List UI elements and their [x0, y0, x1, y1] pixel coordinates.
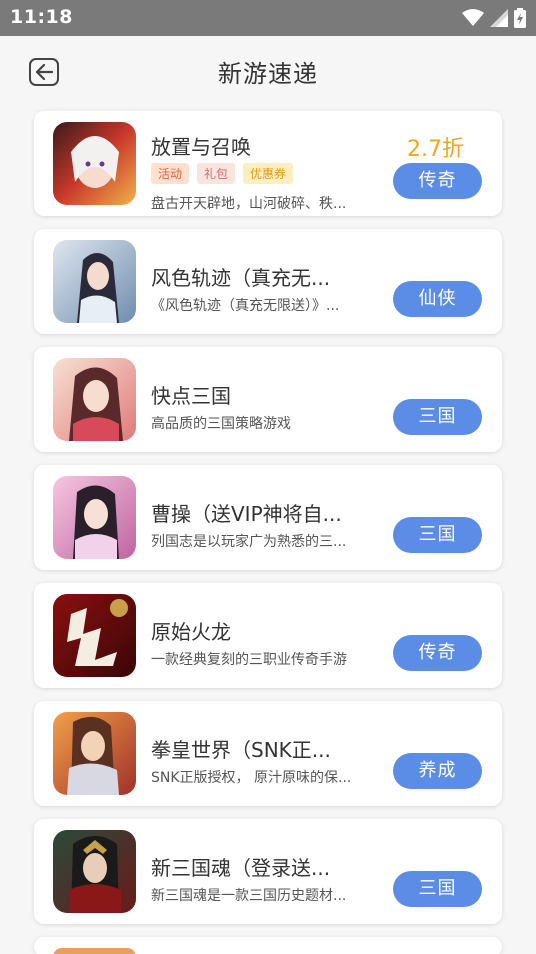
- header: 新游速递: [0, 36, 536, 106]
- game-card[interactable]: 曹操（送VIP神将自... 列国志是以玩家广为熟悉的三... 三国: [34, 465, 502, 570]
- category-button[interactable]: 三国: [393, 399, 482, 435]
- game-description: 盘古开天辟地，山河破碎、秩...: [151, 196, 347, 212]
- game-card[interactable]: 新三国魂（登录送... 新三国魂是一款三国历史题材... 三国: [34, 819, 502, 924]
- game-icon: [53, 712, 136, 795]
- game-card[interactable]: 风色轨迹（真充无... 《风色轨迹（真充无限送）》... 仙侠: [34, 229, 502, 334]
- category-button[interactable]: 三国: [393, 517, 482, 553]
- game-description: 新三国魂是一款三国历史题材...: [151, 888, 347, 904]
- game-description: 列国志是以玩家广为熟悉的三...: [151, 534, 347, 550]
- game-icon: [53, 594, 136, 677]
- game-name: 风色轨迹（真充无...: [151, 266, 331, 290]
- game-description: SNK正版授权， 原汁原味的保...: [151, 770, 352, 786]
- category-button[interactable]: 仙侠: [393, 281, 482, 317]
- category-button[interactable]: 传奇: [393, 163, 482, 199]
- battery-icon: [514, 8, 526, 28]
- game-name: 拳皇世界（SNK正...: [151, 738, 331, 762]
- game-card[interactable]: 拳皇世界（SNK正... SNK正版授权， 原汁原味的保... 养成: [34, 701, 502, 806]
- game-name: 放置与召唤: [151, 135, 251, 159]
- game-icon: [53, 830, 136, 913]
- category-button[interactable]: 传奇: [393, 635, 482, 671]
- status-icons: [462, 8, 526, 28]
- wifi-icon: [462, 9, 484, 26]
- game-card[interactable]: 原始火龙 一款经典复刻的三职业传奇手游 传奇: [34, 583, 502, 688]
- discount-label: 2.7折: [407, 137, 464, 162]
- game-description: 《风色轨迹（真充无限送）》...: [151, 298, 340, 314]
- game-name: 曹操（送VIP神将自...: [151, 502, 342, 526]
- game-icon: [53, 948, 136, 954]
- signal-icon: [490, 9, 508, 27]
- tag: 礼包: [197, 163, 236, 184]
- game-icon: [53, 476, 136, 559]
- game-name: 新三国魂（登录送...: [151, 856, 331, 880]
- game-list: 放置与召唤 2.7折 活动 礼包 优惠券 盘古开天辟地，山河破碎、秩... 传奇…: [34, 111, 502, 954]
- game-card[interactable]: 快点三国 高品质的三国策略游戏 三国: [34, 347, 502, 452]
- tag: 优惠券: [243, 163, 294, 184]
- game-card[interactable]: [34, 937, 502, 954]
- status-bar: 11:18: [0, 0, 536, 36]
- game-icon: [53, 358, 136, 441]
- game-name: 快点三国: [151, 384, 231, 408]
- game-description: 高品质的三国策略游戏: [151, 416, 291, 432]
- page-title: 新游速递: [218, 60, 318, 88]
- status-time: 11:18: [10, 6, 73, 28]
- category-button[interactable]: 养成: [393, 753, 482, 789]
- game-name: 原始火龙: [151, 620, 231, 644]
- tag: 活动: [151, 163, 190, 184]
- game-card[interactable]: 放置与召唤 2.7折 活动 礼包 优惠券 盘古开天辟地，山河破碎、秩... 传奇: [34, 111, 502, 216]
- game-description: 一款经典复刻的三职业传奇手游: [151, 652, 347, 668]
- category-button[interactable]: 三国: [393, 871, 482, 907]
- tag-list: 活动 礼包 优惠券: [151, 163, 294, 184]
- game-icon: [53, 122, 136, 205]
- game-icon: [53, 240, 136, 323]
